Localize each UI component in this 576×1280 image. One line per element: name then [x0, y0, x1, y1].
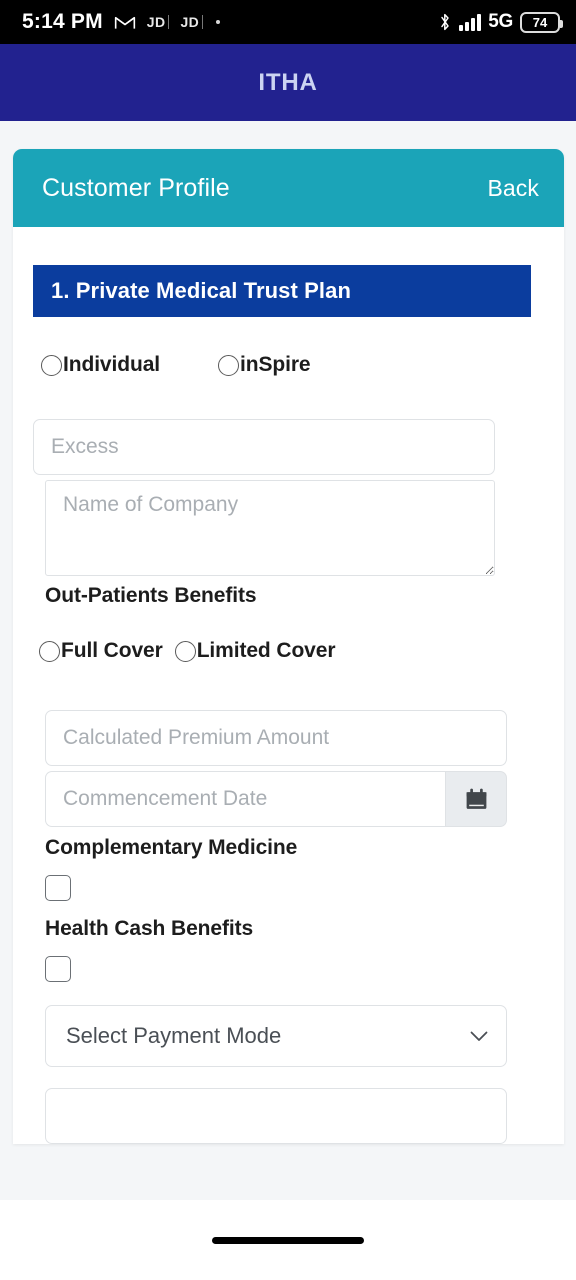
form-area: Individual inSpire Out-Patients Benef [13, 353, 564, 1144]
health-cash-benefits-checkbox[interactable] [45, 956, 71, 982]
bluetooth-icon [438, 12, 452, 32]
calendar-picker-button[interactable] [445, 771, 507, 827]
battery-level-label: 74 [532, 14, 548, 30]
navigation-gesture-area [0, 1200, 576, 1280]
page-content: Customer Profile Back 1. Private Medical… [0, 121, 576, 1200]
excess-input[interactable] [33, 419, 495, 475]
chevron-down-icon [470, 1031, 488, 1042]
jd-notification-badge-2: JD [180, 15, 204, 29]
premium-field-wrapper [33, 710, 544, 766]
signal-bars-icon [459, 13, 482, 31]
back-button[interactable]: Back [487, 175, 539, 202]
jd-notification-badge-1: JD [147, 15, 170, 29]
plan-type-radio-group: Individual inSpire [33, 353, 544, 377]
radio-label-full-cover: Full Cover [61, 639, 163, 662]
health-cash-benefits-heading: Health Cash Benefits [45, 917, 254, 940]
calculated-premium-amount-input[interactable] [45, 710, 507, 766]
cover-radio-group: Full Cover Limited Cover [33, 639, 544, 663]
page-title: Customer Profile [42, 173, 230, 202]
payment-mode-selected-value: Select Payment Mode [66, 1023, 282, 1048]
section-banner-private-medical-trust-plan: 1. Private Medical Trust Plan [33, 265, 531, 317]
radio-circle-icon[interactable] [174, 640, 196, 662]
dot-icon [216, 20, 221, 24]
customer-profile-card: Customer Profile Back 1. Private Medical… [13, 149, 564, 1144]
status-bar: 5:14 PM JD JD 5G 74 [0, 0, 576, 44]
status-bar-left: 5:14 PM JD JD [22, 10, 221, 34]
radio-full-cover[interactable]: Full Cover [39, 639, 163, 663]
radio-label-individual: Individual [63, 353, 161, 376]
radio-individual[interactable]: Individual [41, 353, 160, 377]
commencement-date-input[interactable] [45, 771, 445, 827]
next-input-partially-visible[interactable] [45, 1088, 507, 1144]
complementary-medicine-heading: Complementary Medicine [45, 836, 298, 859]
payment-mode-select[interactable]: Select Payment Mode [45, 1005, 507, 1067]
radio-circle-icon[interactable] [218, 354, 240, 376]
commencement-date-group [45, 771, 507, 827]
app-bar: ITHA [0, 44, 576, 121]
radio-circle-icon[interactable] [39, 640, 60, 662]
home-gesture-pill[interactable] [212, 1236, 364, 1244]
card-body: 1. Private Medical Trust Plan Individual… [13, 227, 564, 1144]
radio-label-inspire: inSpire [240, 353, 311, 376]
radio-inspire[interactable]: inSpire [218, 353, 311, 377]
radio-limited-cover[interactable]: Limited Cover [174, 639, 336, 663]
battery-indicator: 74 [520, 11, 563, 33]
health-cash-benefits-checkbox-wrapper [33, 956, 544, 982]
name-of-company-textarea[interactable] [45, 480, 495, 576]
complementary-medicine-checkbox-wrapper [33, 875, 544, 901]
status-time: 5:14 PM [22, 10, 103, 33]
status-bar-right: 5G 74 [438, 11, 563, 33]
app-title: ITHA [258, 68, 318, 96]
complementary-medicine-checkbox[interactable] [45, 875, 71, 901]
gmail-icon [114, 14, 136, 30]
radio-label-limited-cover: Limited Cover [196, 639, 336, 662]
excess-field-wrapper [33, 419, 544, 475]
out-patients-benefits-heading: Out-Patients Benefits [45, 584, 257, 607]
company-field-wrapper [33, 480, 544, 576]
card-header: Customer Profile Back [13, 149, 564, 227]
radio-circle-icon[interactable] [41, 354, 62, 376]
network-type-label: 5G [488, 11, 513, 32]
calendar-icon [464, 787, 489, 812]
